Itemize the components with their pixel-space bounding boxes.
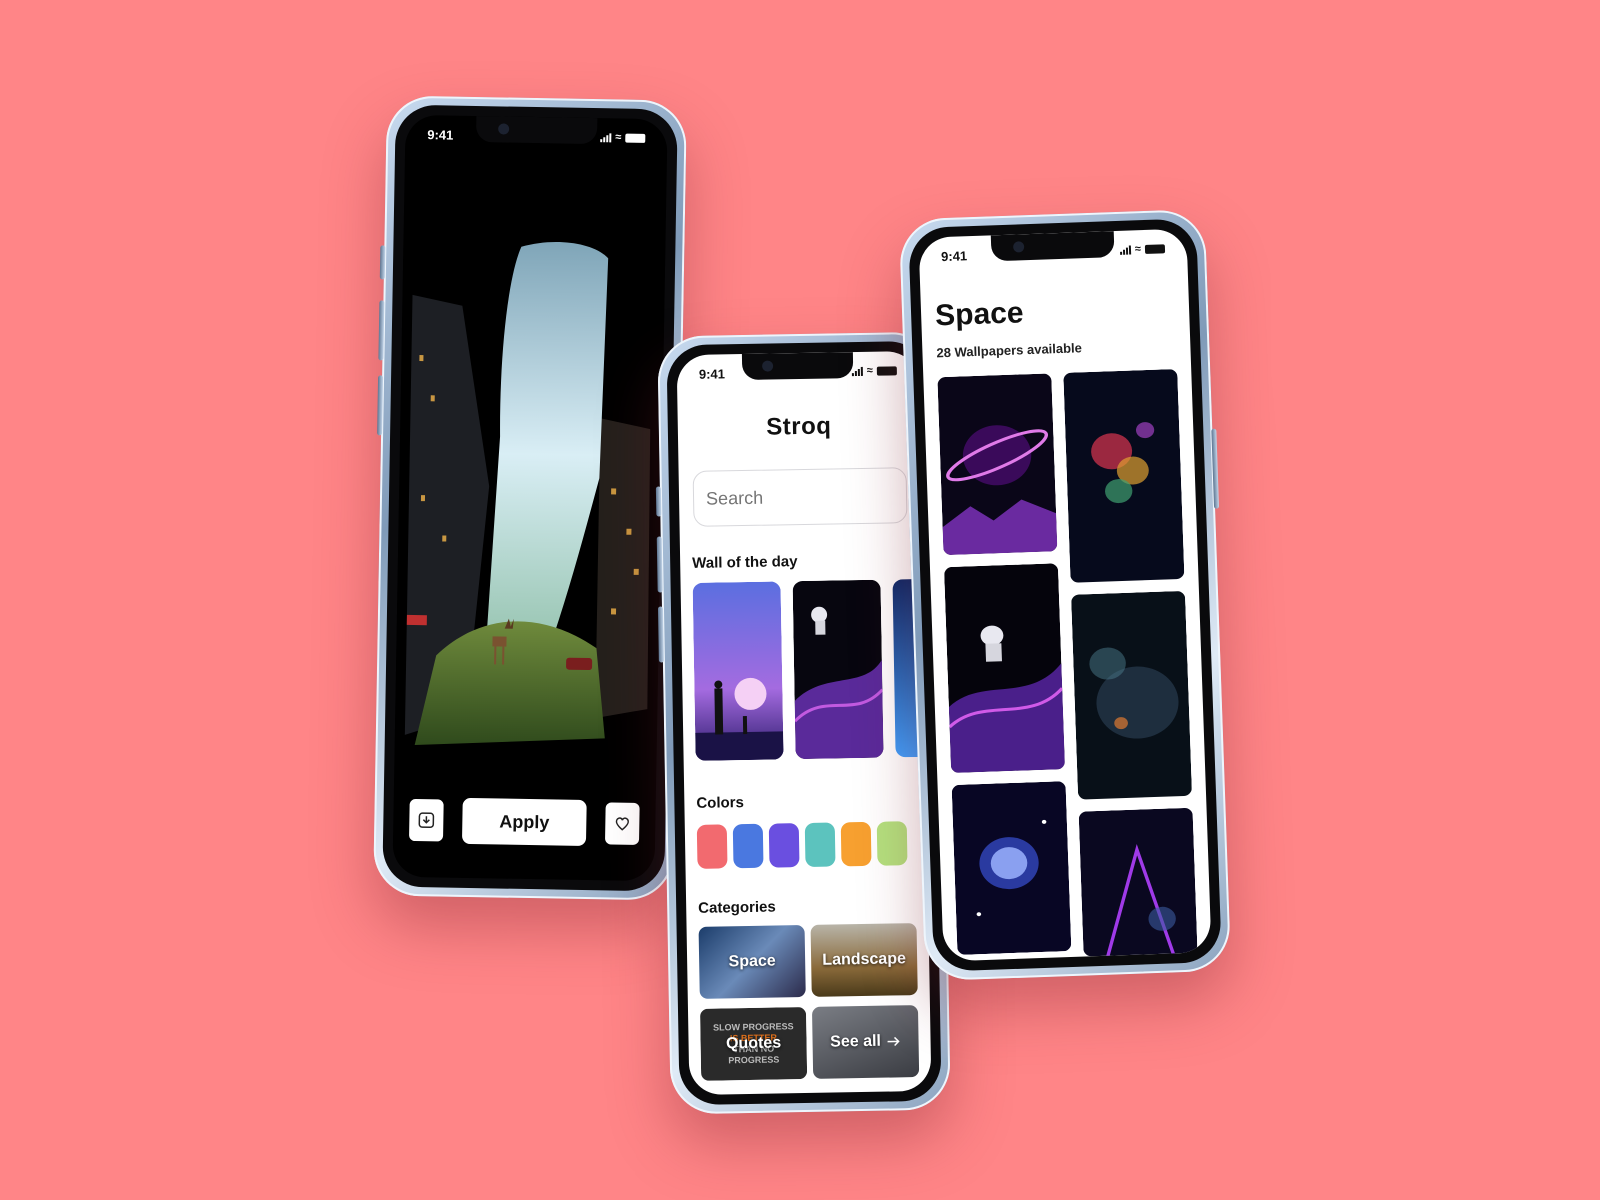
signal-icon	[600, 132, 612, 143]
see-all-categories-button[interactable]: See all	[811, 1005, 920, 1079]
color-swatch[interactable]	[804, 822, 836, 867]
apply-button[interactable]: Apply	[461, 797, 587, 847]
color-swatch[interactable]	[840, 821, 872, 867]
status-time: 9:41	[427, 126, 454, 143]
wallpaper-thumbnail[interactable]	[937, 373, 1058, 556]
sunset-silhouette-image	[692, 581, 784, 761]
wifi-icon: ≈	[615, 131, 622, 144]
neon-triangle-image	[1078, 807, 1198, 957]
page-title: Space	[934, 296, 1025, 333]
app-logo: Stroq	[766, 412, 832, 441]
volume-down-button	[377, 375, 384, 436]
category-label: Landscape	[822, 950, 907, 969]
status-time: 9:41	[698, 365, 726, 382]
wallpaper-thumbnail[interactable]	[951, 781, 1072, 955]
search-bar[interactable]	[692, 467, 932, 527]
wallpaper-card[interactable]	[692, 581, 784, 761]
dark-planet-image	[1071, 591, 1193, 800]
wifi-icon: ≈	[866, 364, 873, 377]
color-swatch-row	[696, 821, 922, 869]
wallpaper-thumbnail[interactable]	[943, 563, 1066, 774]
mute-switch	[655, 486, 662, 517]
download-button[interactable]	[408, 798, 444, 842]
wallpaper-thumbnail[interactable]	[1071, 591, 1193, 800]
volume-up-button	[656, 536, 663, 593]
category-landscape[interactable]: Landscape	[810, 923, 918, 997]
color-swatch[interactable]	[768, 823, 800, 868]
volume-down-button	[657, 606, 664, 663]
nebula-image	[1063, 368, 1185, 584]
colors-heading: Colors	[696, 794, 745, 812]
battery-icon	[625, 133, 646, 143]
status-time: 9:41	[940, 247, 968, 264]
category-quotes[interactable]: SLOW PROGRESS IS BETTER THAN NO PROGRESS…	[699, 1007, 808, 1081]
wall-of-the-day-carousel[interactable]	[692, 578, 926, 761]
status-bar: 9:41 ≈	[919, 239, 1187, 266]
color-swatch[interactable]	[876, 821, 908, 866]
mute-switch	[379, 245, 386, 280]
color-swatch[interactable]	[732, 823, 764, 869]
wallpaper-action-bar: Apply	[408, 797, 640, 847]
status-bar: 9:41 ≈	[405, 125, 667, 148]
category-label: See all	[830, 1032, 882, 1051]
category-label: Quotes	[725, 1034, 782, 1053]
favorite-button[interactable]	[604, 802, 640, 845]
volume-up-button	[378, 300, 385, 361]
color-swatch[interactable]	[696, 824, 728, 869]
astronaut-space-image	[792, 579, 884, 760]
signal-icon	[1120, 244, 1132, 255]
wifi-icon: ≈	[1134, 243, 1142, 256]
category-label: Space	[728, 952, 776, 971]
planet-ring-image	[937, 373, 1058, 556]
wallpaper-count: 28 Wallpapers available	[936, 340, 1083, 361]
heart-icon	[615, 817, 630, 831]
categories-heading: Categories	[698, 898, 776, 917]
status-bar: 9:41 ≈	[677, 361, 919, 383]
phone-category-space: 9:41 ≈ Space 28 Wallpapers available	[898, 208, 1232, 982]
wall-of-the-day-heading: Wall of the day	[692, 553, 798, 572]
astronaut-helmet-image	[951, 781, 1072, 955]
search-input[interactable]	[705, 484, 932, 510]
category-space[interactable]: Space	[698, 925, 806, 999]
wallpaper-thumbnail[interactable]	[1063, 368, 1185, 584]
wallpaper-grid	[937, 368, 1198, 961]
phone-wallpaper-detail: 9:41 ≈ Apply	[373, 95, 687, 901]
battery-icon	[1144, 243, 1166, 254]
arrow-right-icon	[887, 1036, 900, 1046]
download-icon	[418, 812, 435, 829]
categories-grid: Space Landscape SLOW PROGRESS IS BETTER …	[698, 923, 920, 1081]
wallpaper-thumbnail[interactable]	[1078, 807, 1198, 957]
wallpaper-preview-image	[394, 234, 666, 760]
signal-icon	[851, 366, 863, 377]
wallpaper-card[interactable]	[792, 579, 884, 760]
battery-icon	[876, 365, 897, 376]
astronaut-image	[943, 563, 1066, 774]
power-button	[1211, 428, 1220, 509]
